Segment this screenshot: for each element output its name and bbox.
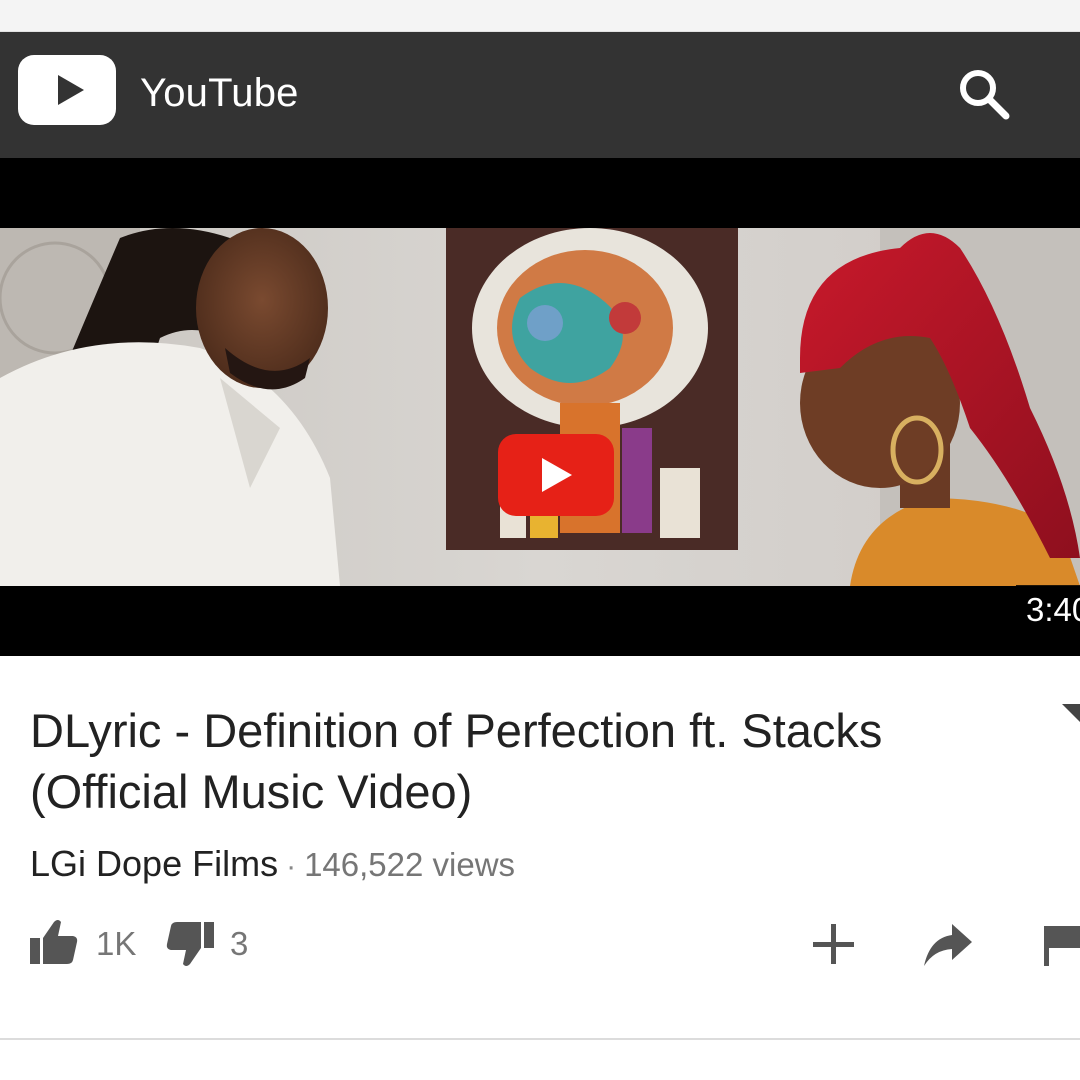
app-title: YouTube bbox=[140, 71, 299, 115]
thumb-up-icon[interactable] bbox=[28, 912, 80, 976]
browser-top-strip bbox=[0, 0, 1080, 32]
video-thumbnail[interactable] bbox=[0, 228, 1080, 586]
video-meta: LGi Dope Films · 146,522 views bbox=[30, 842, 515, 889]
thumb-down-icon[interactable] bbox=[164, 912, 216, 976]
duration-badge: 3:40 bbox=[1016, 585, 1080, 635]
expand-description-icon[interactable] bbox=[1062, 704, 1080, 722]
play-button-icon[interactable] bbox=[498, 434, 614, 516]
dislike-count: 3 bbox=[230, 925, 249, 962]
view-count: 146,522 views bbox=[304, 846, 516, 883]
channel-name[interactable]: LGi Dope Films bbox=[30, 843, 278, 884]
video-info: DLyric - Definition of Perfection ft. St… bbox=[0, 656, 1080, 1040]
meta-separator: · bbox=[286, 850, 297, 883]
page-bottom bbox=[0, 1040, 1080, 1080]
flag-icon[interactable] bbox=[1040, 912, 1080, 976]
share-icon[interactable] bbox=[920, 912, 976, 976]
like-count: 1K bbox=[96, 925, 137, 962]
video-player[interactable]: 3:40 bbox=[0, 158, 1080, 656]
action-bar: 1K 3 bbox=[0, 912, 1080, 976]
video-title[interactable]: DLyric - Definition of Perfection ft. St… bbox=[30, 700, 990, 822]
app-bar: YouTube bbox=[0, 32, 1080, 158]
youtube-logo-icon[interactable] bbox=[18, 55, 116, 125]
add-to-playlist-icon[interactable] bbox=[808, 912, 860, 976]
search-icon[interactable] bbox=[950, 60, 1016, 126]
